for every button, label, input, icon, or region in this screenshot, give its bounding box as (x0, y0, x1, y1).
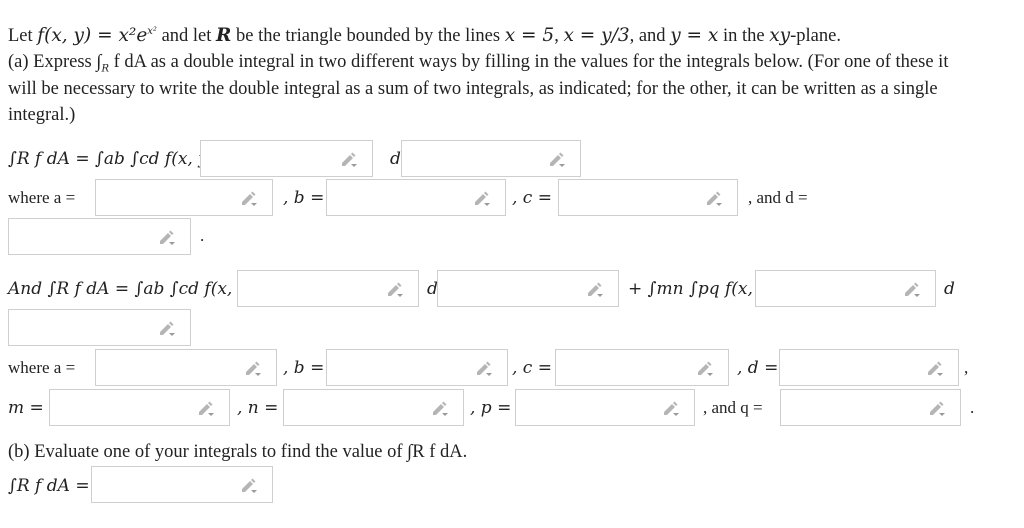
pencil-dropdown-icon[interactable] (548, 151, 566, 167)
separator: , and (629, 26, 671, 46)
intro-lead: Let (8, 26, 38, 46)
pencil-dropdown-icon[interactable] (475, 360, 493, 376)
pencil-dropdown-icon[interactable] (197, 400, 215, 416)
function-def: f(x, y) = x²ex² (37, 25, 157, 46)
boundary-line-2: x = y/3 (563, 25, 630, 46)
form2-var1-input[interactable] (237, 270, 419, 307)
form2-period: . (970, 398, 975, 417)
region-symbol: R (216, 25, 232, 46)
form2-c-input[interactable] (555, 349, 729, 386)
form2-var4-input[interactable] (8, 309, 191, 346)
form2-integral-expression: And ∫R f dA = ∫ab ∫cd f(x, y) d (8, 279, 271, 299)
form1-c-label: , c = (512, 188, 552, 208)
pencil-dropdown-icon[interactable] (340, 151, 358, 167)
form2-q-input[interactable] (780, 389, 961, 426)
answer-input[interactable] (91, 466, 273, 503)
form2-and-q-label: , and q = (703, 398, 763, 417)
pencil-dropdown-icon[interactable] (386, 281, 404, 297)
form1-var2-input[interactable] (401, 140, 581, 177)
part-a-text-rest: f dA as a double integral in two differe… (108, 52, 949, 72)
subscript: R (101, 63, 109, 75)
form2-n-label: , n = (237, 398, 279, 418)
intro-mid: and let (156, 26, 217, 46)
form2-where-a-label: where a = (8, 358, 76, 377)
pencil-dropdown-icon[interactable] (586, 281, 604, 297)
intro-end: -plane. (790, 26, 841, 46)
form2-b-input[interactable] (326, 349, 508, 386)
form2-var3-input[interactable] (755, 270, 936, 307)
form2-d-value-label: , d = (737, 358, 779, 378)
part-b-label: (b) (8, 442, 30, 462)
part-b-text: Evaluate one of your integrals to find t… (29, 442, 468, 462)
form2-p-label: , p = (470, 398, 512, 418)
form1-and-d-label: , and d = (748, 188, 808, 207)
pencil-dropdown-icon[interactable] (662, 400, 680, 416)
part-a-line-3: integral.) (8, 105, 76, 125)
form2-m-input[interactable] (49, 389, 230, 426)
pencil-dropdown-icon[interactable] (431, 400, 449, 416)
form2-m-label: m = (8, 398, 44, 418)
pencil-dropdown-icon[interactable] (705, 190, 723, 206)
pencil-dropdown-icon[interactable] (928, 400, 946, 416)
part-b-instructions: (b) Evaluate one of your integrals to fi… (8, 439, 467, 465)
pencil-dropdown-icon[interactable] (903, 281, 921, 297)
pencil-dropdown-icon[interactable] (473, 190, 491, 206)
form1-where-a-label: where a = (8, 188, 76, 207)
pencil-dropdown-icon[interactable] (158, 320, 176, 336)
form1-period: . (200, 226, 205, 245)
form1-d-input[interactable] (8, 218, 191, 255)
form1-b-label: , b = (283, 188, 325, 208)
intro-rest: be the triangle bounded by the lines (231, 26, 505, 46)
part-a-text: Express ∫ (28, 52, 102, 72)
form2-d-input[interactable] (779, 349, 959, 386)
pencil-dropdown-icon[interactable] (926, 360, 944, 376)
form1-b-input[interactable] (326, 179, 506, 216)
form1-c-input[interactable] (558, 179, 738, 216)
part-a-label: (a) (8, 52, 29, 72)
answer-label: ∫R f dA = (8, 476, 90, 496)
boundary-line-1: x = 5 (504, 25, 555, 46)
pencil-dropdown-icon[interactable] (244, 360, 262, 376)
form2-d-label-2: d (944, 279, 955, 299)
plane-symbol: xy (769, 25, 791, 46)
form2-p-input[interactable] (515, 389, 695, 426)
form2-comma: , (964, 358, 969, 377)
part-a-line-2: will be necessary to write the double in… (8, 79, 938, 99)
pencil-dropdown-icon[interactable] (696, 360, 714, 376)
form1-a-input[interactable] (95, 179, 273, 216)
boundary-line-3: y = x (670, 25, 719, 46)
form2-a-input[interactable] (95, 349, 277, 386)
form1-var1-input[interactable] (200, 140, 373, 177)
form1-integral-expression: ∫R f dA = ∫ab ∫cd f(x, y) d (8, 149, 231, 169)
pencil-dropdown-icon[interactable] (240, 477, 258, 493)
form2-n-input[interactable] (283, 389, 464, 426)
intro-tail: in the (718, 26, 770, 46)
form2-b-label: , b = (283, 358, 325, 378)
pencil-dropdown-icon[interactable] (240, 190, 258, 206)
part-a-instructions: (a) Express ∫R f dA as a double integral… (8, 49, 948, 75)
form2-c-label: , c = (512, 358, 552, 378)
pencil-dropdown-icon[interactable] (158, 229, 176, 245)
form2-var2-input[interactable] (437, 270, 619, 307)
form1-d-label: d (390, 149, 401, 169)
problem-statement: Let f(x, y) = x²ex² and let R be the tri… (8, 23, 841, 49)
